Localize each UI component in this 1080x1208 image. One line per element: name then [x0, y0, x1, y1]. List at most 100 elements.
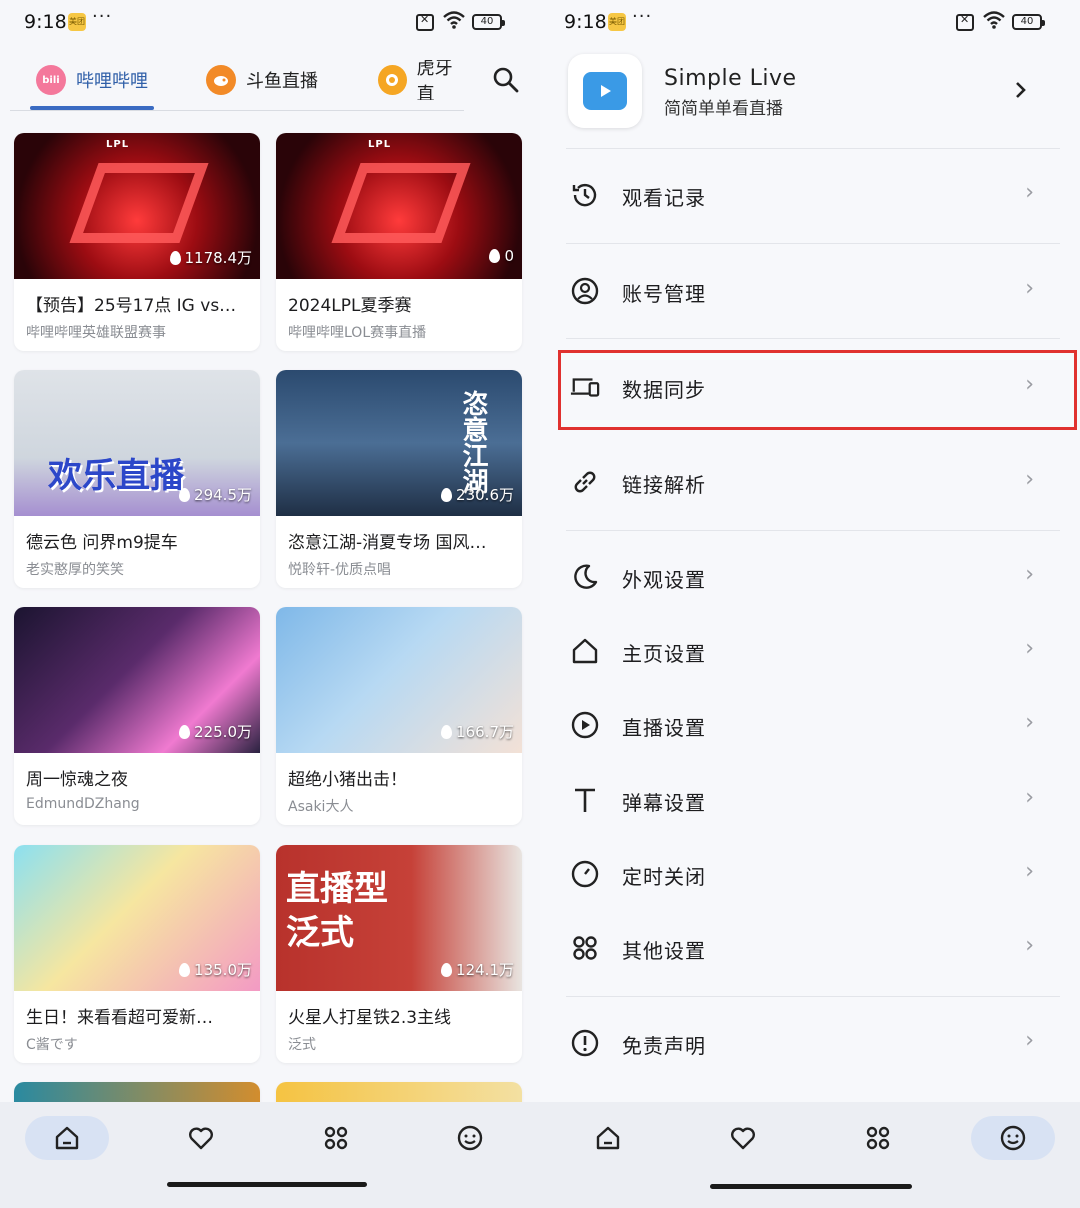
menu-item-home-settings[interactable]: 主页设置 ›	[566, 622, 1060, 682]
chevron-right-icon: ›	[1025, 933, 1034, 958]
app-info-row[interactable]: Simple Live 简简单单看直播	[566, 52, 1060, 132]
meituan-badge-icon: 美团	[68, 13, 86, 31]
chevron-right-icon: ›	[1025, 710, 1034, 735]
room-title: 2024LPL夏季赛	[288, 296, 412, 316]
chevron-right-icon	[1016, 82, 1026, 98]
menu-item-appearance[interactable]: 外观设置 ›	[566, 548, 1060, 608]
tab-huya[interactable]: 虎牙直	[378, 60, 468, 100]
flame-icon	[169, 250, 181, 265]
live-room-card[interactable]: 欢乐直播 294.5万 德云色 问界m9提车 老实憨厚的笑笑	[14, 370, 260, 588]
text-icon	[570, 785, 600, 815]
apps-icon	[866, 1126, 890, 1150]
nav-categories[interactable]	[836, 1116, 920, 1160]
no-sim-icon	[956, 13, 974, 31]
menu-label: 主页设置	[622, 642, 706, 666]
heart-icon	[731, 1127, 755, 1150]
menu-item-history[interactable]: 观看记录 ›	[566, 166, 1060, 226]
right-phone-screen: 9:18 美团 ··· 40 Simple Live 简简单单看直播 观看记录 …	[540, 0, 1080, 1208]
active-tab-indicator	[30, 106, 154, 110]
live-room-card[interactable]: LPL 1178.4万 【预告】25号17点 IG vs… 哔哩哔哩英雄联盟赛事	[14, 133, 260, 351]
room-streamer: 哔哩哔哩LOL赛事直播	[288, 325, 427, 341]
more-notifications-icon: ···	[632, 6, 653, 27]
account-icon	[570, 276, 600, 306]
home-icon	[570, 636, 600, 666]
alert-icon	[570, 1028, 600, 1058]
tab-label: 虎牙直	[416, 60, 453, 100]
nav-categories[interactable]	[294, 1116, 378, 1160]
home-indicator[interactable]	[167, 1182, 367, 1187]
menu-label: 直播设置	[622, 716, 706, 740]
chevron-right-icon: ›	[1025, 180, 1034, 205]
nav-follow[interactable]	[701, 1116, 785, 1160]
menu-item-other-settings[interactable]: 其他设置 ›	[566, 919, 1060, 979]
room-streamer: C酱です	[26, 1037, 78, 1053]
nav-profile[interactable]	[971, 1116, 1055, 1160]
flame-icon	[179, 962, 191, 977]
menu-label: 其他设置	[622, 939, 706, 963]
live-room-card[interactable]: 225.0万 周一惊魂之夜 EdmundDZhang	[14, 607, 260, 825]
menu-label: 弹幕设置	[622, 791, 706, 815]
divider	[566, 243, 1060, 244]
menu-item-disclaimer[interactable]: 免责声明 ›	[566, 1014, 1060, 1074]
search-icon[interactable]	[492, 66, 520, 94]
viewer-count: 124.1万	[441, 959, 514, 980]
nav-home[interactable]	[566, 1116, 650, 1160]
live-room-card[interactable]: 恣意江湖 230.6万 恣意江湖-消夏专场 国风… 悦聆轩-优质点唱	[276, 370, 522, 588]
battery-icon: 40	[472, 14, 505, 30]
home-indicator[interactable]	[710, 1184, 912, 1189]
room-thumbnail: LPL	[276, 133, 522, 279]
status-time: 9:18	[564, 11, 607, 33]
room-streamer: EdmundDZhang	[26, 796, 140, 812]
room-title: 恣意江湖-消夏专场 国风…	[288, 533, 487, 553]
nav-home[interactable]	[25, 1116, 109, 1160]
viewer-count: 166.7万	[441, 721, 514, 742]
room-title: 生日！来看看超可爱新…	[26, 1008, 213, 1028]
meituan-badge-icon: 美团	[608, 13, 626, 31]
live-room-card[interactable]: 135.0万 生日！来看看超可爱新… C酱です	[14, 845, 260, 1063]
thumbnail-art-text: 恣意江湖	[458, 390, 488, 494]
bilibili-logo-icon: bili	[36, 65, 66, 95]
menu-item-live-settings[interactable]: 直播设置 ›	[566, 696, 1060, 756]
play-circle-icon	[570, 710, 600, 740]
flame-icon	[441, 487, 453, 502]
tab-bilibili[interactable]: bili 哔哩哔哩	[36, 60, 148, 100]
chevron-right-icon: ›	[1025, 467, 1034, 492]
highlight-box	[558, 350, 1077, 430]
live-room-card[interactable]: 166.7万 超绝小猪出击！ Asaki大人	[276, 607, 522, 825]
history-icon	[570, 180, 600, 210]
douyu-logo-icon	[206, 65, 236, 95]
menu-item-link-parse[interactable]: 链接解析 ›	[566, 453, 1060, 513]
room-title: 火星人打星铁2.3主线	[288, 1008, 452, 1028]
status-time: 9:18	[24, 11, 67, 33]
menu-item-danmaku-settings[interactable]: 弹幕设置 ›	[566, 771, 1060, 831]
no-sim-icon	[416, 13, 434, 31]
viewer-count: 135.0万	[179, 959, 252, 980]
divider	[566, 338, 1060, 339]
tab-label: 斗鱼直播	[246, 71, 318, 92]
room-title: 周一惊魂之夜	[26, 770, 128, 790]
flame-icon	[489, 249, 501, 263]
live-room-card[interactable]: 直播型泛式 124.1万 火星人打星铁2.3主线 泛式	[276, 845, 522, 1063]
app-logo	[568, 54, 642, 128]
status-bar: 9:18 美团 ··· 40	[540, 0, 1080, 46]
wifi-icon	[983, 11, 1005, 29]
divider	[566, 530, 1060, 531]
play-icon	[601, 85, 611, 97]
chevron-right-icon: ›	[1025, 636, 1034, 661]
live-room-card[interactable]: LPL 0 2024LPL夏季赛 哔哩哔哩LOL赛事直播	[276, 133, 522, 351]
menu-item-accounts[interactable]: 账号管理 ›	[566, 262, 1060, 322]
tab-douyu[interactable]: 斗鱼直播	[206, 60, 318, 100]
room-title: 【预告】25号17点 IG vs…	[26, 296, 237, 316]
menu-item-sleep-timer[interactable]: 定时关闭 ›	[566, 845, 1060, 905]
nav-follow[interactable]	[159, 1116, 243, 1160]
nav-profile[interactable]	[428, 1116, 512, 1160]
bottom-navigation	[540, 1102, 1080, 1208]
chevron-right-icon: ›	[1025, 859, 1034, 884]
chevron-right-icon: ›	[1025, 562, 1034, 587]
more-notifications-icon: ···	[92, 6, 113, 27]
thumbnail-art-text: 直播型泛式	[286, 869, 388, 953]
battery-icon: 40	[1012, 14, 1045, 30]
menu-label: 链接解析	[622, 473, 706, 497]
divider	[566, 996, 1060, 997]
viewer-count: 230.6万	[441, 484, 514, 505]
